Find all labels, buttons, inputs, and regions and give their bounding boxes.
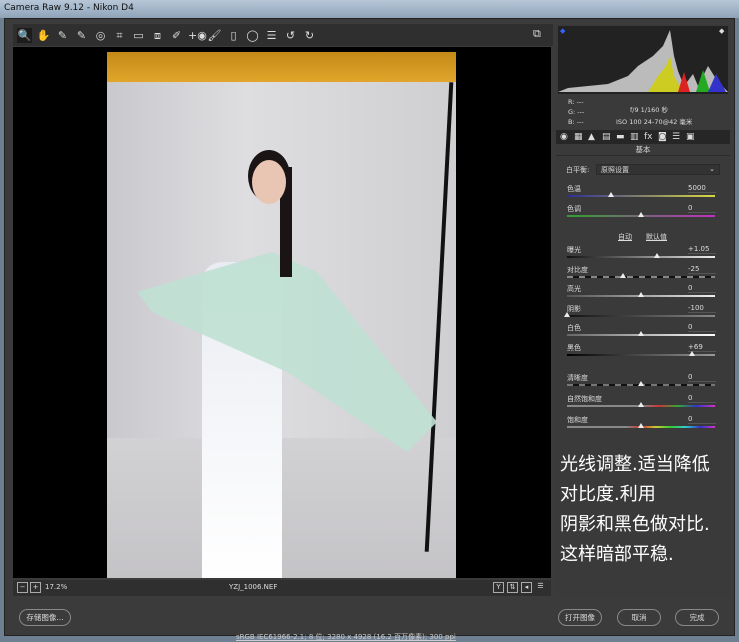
chevron-down-icon: ⌄ <box>709 165 715 173</box>
slider-track[interactable] <box>567 276 715 278</box>
radial-filter-icon[interactable]: ◯ <box>245 28 260 43</box>
slider-label: 黑色 <box>567 344 581 352</box>
slider-label: 色温 <box>567 185 581 193</box>
view-bar: − + 17.2% YZJ_1006.NEF Y ⇅ ◂ ☰ <box>13 580 551 596</box>
slider-thumb[interactable] <box>653 253 660 258</box>
save-image-button[interactable]: 存储图像... <box>19 609 71 626</box>
targeted-adjustment-icon[interactable]: ◎ <box>93 28 108 43</box>
preferences-icon[interactable]: ☰ <box>264 28 279 43</box>
slider-value-input[interactable]: 0 <box>688 323 716 332</box>
adjustment-brush-icon[interactable]: 🖌 <box>207 28 222 43</box>
before-after-button[interactable]: Y <box>493 582 504 593</box>
slider-thumb[interactable] <box>564 312 570 317</box>
slider-thumb[interactable] <box>608 192 615 197</box>
cancel-button[interactable]: 取消 <box>617 609 661 626</box>
white-balance-label: 白平衡: <box>566 166 590 174</box>
zoom-icon[interactable]: 🔍 <box>17 27 32 43</box>
svg-text:◆: ◆ <box>560 27 566 35</box>
slider-value-input[interactable]: 0 <box>688 415 716 424</box>
window-title: Camera Raw 9.12 - Nikon D4 <box>4 3 134 13</box>
default-link[interactable]: 默认值 <box>646 232 667 242</box>
panel-tab-icon[interactable]: ▥ <box>630 132 642 142</box>
slider-label: 对比度 <box>567 266 588 274</box>
panel-tab-icon[interactable]: ▬ <box>616 132 628 142</box>
slider-value-input[interactable]: 5000 <box>688 184 716 193</box>
panel-tabs: ◉ ▦ ▲ ▤ ▬ ▥ fx ◙ ☰ ▣ <box>556 130 730 144</box>
slider-thumb[interactable] <box>638 423 644 428</box>
photo <box>107 52 456 578</box>
slider-thumb[interactable] <box>689 351 696 356</box>
slider-label: 清晰度 <box>567 374 588 382</box>
slider-value-input[interactable]: +1.05 <box>688 245 716 254</box>
panel-tab-icon[interactable]: ▲ <box>588 132 600 142</box>
slider-value-input[interactable]: 0 <box>688 394 716 403</box>
workflow-options-link[interactable]: sRGB IEC61966-2.1; 8 位; 3280 x 4928 (16.… <box>236 632 456 642</box>
slider-value-input[interactable]: 0 <box>688 373 716 382</box>
slider-track[interactable] <box>567 195 715 197</box>
rotate-left-icon[interactable]: ↺ <box>283 28 298 43</box>
annotation-text: 光线调整.适当降低 对比度.利用 阴影和黑色做对比. 这样暗部平稳. <box>560 454 710 565</box>
slider-label: 曝光 <box>567 246 581 254</box>
done-button[interactable]: 完成 <box>675 609 719 626</box>
slider-track[interactable] <box>567 256 715 258</box>
spot-removal-icon[interactable]: ✐ <box>169 28 184 43</box>
slider-thumb[interactable] <box>638 381 644 386</box>
blue-readout: B: --- <box>568 118 584 126</box>
zoom-out-button[interactable]: − <box>17 582 28 593</box>
histogram: ◆ ◆ <box>558 26 728 94</box>
slider-thumb[interactable] <box>638 331 644 336</box>
title-bar: Camera Raw 9.12 - Nikon D4 <box>0 0 739 18</box>
crop-icon[interactable]: ⌗ <box>112 28 127 43</box>
transform-icon[interactable]: ⧈ <box>150 28 165 43</box>
swap-button[interactable]: ⇅ <box>507 582 518 593</box>
slider-thumb[interactable] <box>638 292 644 297</box>
slider-label: 自然饱和度 <box>567 395 602 403</box>
rotate-right-icon[interactable]: ↻ <box>302 28 317 43</box>
panel-tab-icon[interactable]: ◙ <box>658 132 670 142</box>
panel-tab-icon[interactable]: ▦ <box>574 132 586 142</box>
slider-label: 高光 <box>567 285 581 293</box>
slider-track[interactable] <box>567 315 715 317</box>
lens-info: ISO 100 24-70@42 毫米 <box>616 118 693 126</box>
panel-tab-icon[interactable]: fx <box>644 132 656 142</box>
auto-link[interactable]: 自动 <box>618 232 632 242</box>
copy-settings-button[interactable]: ◂ <box>521 582 532 593</box>
straighten-icon[interactable]: ▭ <box>131 28 146 43</box>
panel-tab-icon[interactable]: ☰ <box>672 132 684 142</box>
slider-value-input[interactable]: 0 <box>688 284 716 293</box>
white-balance-icon[interactable]: ✎ <box>55 28 70 43</box>
white-balance-select[interactable]: 原照设置 ⌄ <box>596 164 720 175</box>
panel-tab-icon[interactable]: ▣ <box>686 132 698 142</box>
fullscreen-icon[interactable]: ⧉ <box>533 27 541 41</box>
green-readout: G: --- <box>568 108 585 116</box>
image-preview[interactable] <box>13 47 551 578</box>
slider-value-input[interactable]: -100 <box>688 304 716 313</box>
slider-value-input[interactable]: -25 <box>688 265 716 274</box>
panel-tab-icon[interactable]: ◉ <box>560 132 572 142</box>
slider-label: 色调 <box>567 205 581 213</box>
red-eye-icon[interactable]: +◉ <box>188 28 207 43</box>
slider-thumb[interactable] <box>619 273 626 278</box>
exposure-info: f/9 1/160 秒 <box>630 106 668 114</box>
hand-icon[interactable]: ✋ <box>36 28 51 43</box>
info-readout: R: --- G: --- B: --- f/9 1/160 秒 ISO 100… <box>558 96 728 130</box>
slider-thumb[interactable] <box>638 212 644 217</box>
open-image-button[interactable]: 打开图像 <box>558 609 602 626</box>
svg-text:◆: ◆ <box>719 27 725 35</box>
color-sampler-icon[interactable]: ✎ <box>74 28 89 43</box>
toolbar: 🔍 ✋ ✎ ✎ ◎ ⌗ ▭ ⧈ ✐ +◉ 🖌 ▯ ◯ ☰ ↺ ↻ <box>13 24 553 46</box>
filename: YZJ_1006.NEF <box>229 583 278 591</box>
graduated-filter-icon[interactable]: ▯ <box>226 28 241 43</box>
slider-label: 白色 <box>567 324 581 332</box>
slider-label: 饱和度 <box>567 416 588 424</box>
zoom-in-button[interactable]: + <box>30 582 41 593</box>
white-balance-value: 原照设置 <box>601 166 629 174</box>
section-title: 基本 <box>556 144 730 156</box>
slider-thumb[interactable] <box>638 402 644 407</box>
panel-tab-icon[interactable]: ▤ <box>602 132 614 142</box>
slider-value-input[interactable]: 0 <box>688 204 716 213</box>
settings-icon[interactable]: ☰ <box>535 582 546 593</box>
zoom-level-select[interactable]: 17.2% <box>45 583 67 591</box>
red-readout: R: --- <box>568 98 584 106</box>
